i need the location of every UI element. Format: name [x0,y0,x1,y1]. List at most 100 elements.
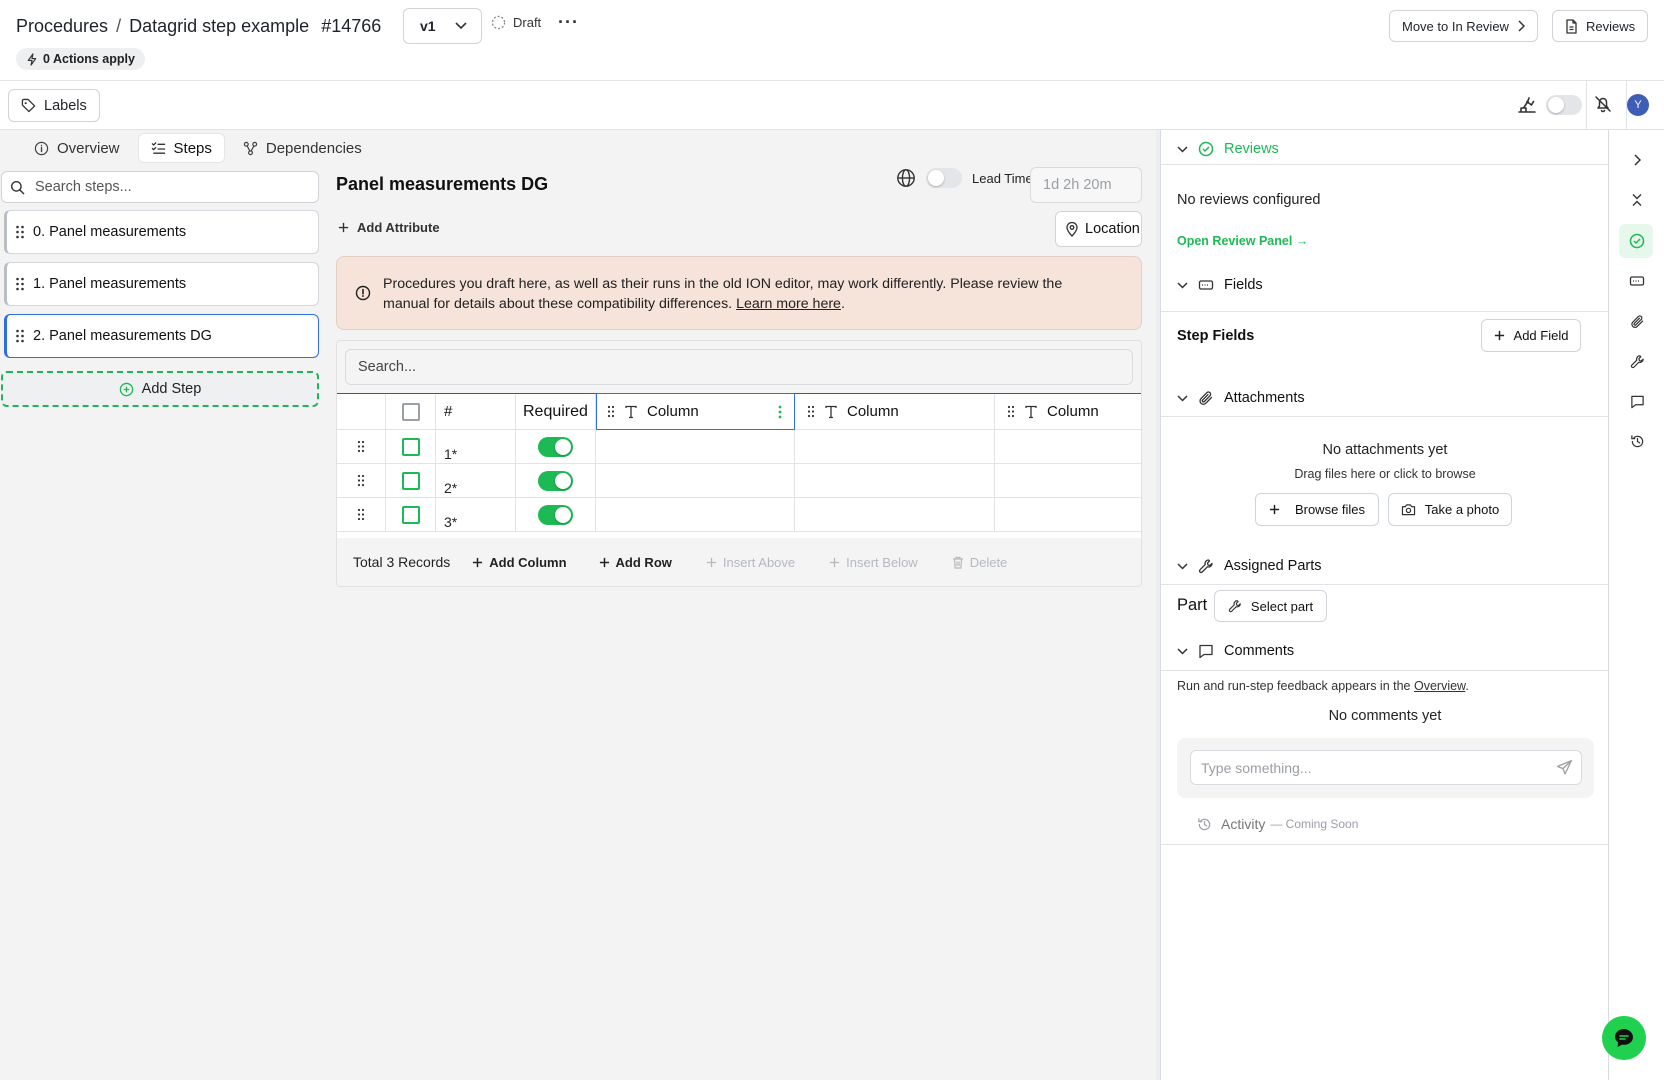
learn-more-link[interactable]: Learn more here [736,296,841,312]
add-row-button[interactable]: Add Row [599,555,672,570]
add-column-button[interactable]: Add Column [472,555,567,570]
header-column-3[interactable]: Column [995,394,1141,430]
drag-handle-icon[interactable] [357,508,365,521]
data-cell[interactable] [795,430,995,464]
version-select[interactable]: v1 [403,8,482,44]
toolbar-toggle[interactable] [1546,95,1582,115]
data-cell[interactable] [995,498,1141,532]
data-cell[interactable] [795,464,995,498]
select-all-checkbox[interactable] [401,402,420,421]
labels-button[interactable]: Labels [8,89,100,122]
drag-handle-icon[interactable] [1007,405,1015,418]
collapse-icon[interactable] [1625,188,1649,212]
step-item[interactable]: 0. Panel measurements [4,210,319,254]
more-options-button[interactable]: ··· [558,12,579,33]
step-item-selected[interactable]: 2. Panel measurements DG [4,314,319,358]
insert-above-button[interactable]: Insert Above [706,555,795,570]
required-toggle[interactable] [538,436,573,457]
drag-handle-icon[interactable] [15,224,25,240]
comment-input[interactable]: Type something... [1190,750,1582,785]
lead-time-input[interactable]: 1d 2h 20m [1030,167,1142,203]
insert-below-button[interactable]: Insert Below [829,555,918,570]
delete-button[interactable]: Delete [952,555,1007,570]
reviews-section-header[interactable]: Reviews [1177,138,1279,160]
open-review-panel-link[interactable]: Open Review Panel → [1177,234,1308,248]
drag-handle-icon[interactable] [15,276,25,292]
drag-handle-icon[interactable] [607,405,615,418]
data-cell[interactable] [995,430,1141,464]
datagrid-search-input[interactable]: Search... [345,349,1133,385]
tab-dependencies[interactable]: Dependencies [231,133,374,163]
step-item[interactable]: 1. Panel measurements [4,262,319,306]
drag-handle-icon[interactable] [357,474,365,487]
actions-apply-badge[interactable]: 0 Actions apply [16,48,145,70]
move-to-review-button[interactable]: Move to In Review [1389,10,1538,42]
drag-handle-icon[interactable] [807,405,815,418]
alert-circle-icon [355,285,371,301]
lead-time-toggle[interactable] [926,168,962,188]
avatar[interactable]: Y [1627,94,1649,116]
reviews-button[interactable]: Reviews [1552,10,1649,42]
lead-time-control: Lead Time [896,168,1033,188]
row-checkbox[interactable] [401,505,420,524]
search-steps-input[interactable]: Search steps... [1,171,319,203]
input-field-icon[interactable] [1625,269,1649,293]
data-cell[interactable] [995,464,1141,498]
header-column-2[interactable]: Column [795,394,995,430]
row-drag-handle[interactable] [337,464,386,498]
row-select-cell[interactable] [386,430,436,464]
row-select-cell[interactable] [386,464,436,498]
history-icon[interactable] [1625,429,1649,453]
row-drag-handle[interactable] [337,430,386,464]
column-menu-icon[interactable] [778,405,782,419]
chevron-right-icon[interactable] [1625,148,1649,172]
chat-button[interactable] [1602,1016,1646,1060]
add-field-button[interactable]: Add Field [1481,319,1581,352]
row-required-cell[interactable] [516,464,596,498]
overview-link[interactable]: Overview [1414,679,1465,693]
plus-icon [338,222,349,233]
data-cell[interactable] [596,464,795,498]
row-checkbox[interactable] [401,437,420,456]
comments-section-header[interactable]: Comments [1177,640,1294,662]
chevron-down-icon [1177,647,1188,655]
select-part-button[interactable]: Select part [1214,590,1327,622]
send-icon[interactable] [1556,759,1573,776]
plus-icon [706,557,717,568]
header-column-1[interactable]: Column [596,393,795,430]
drag-handle-icon[interactable] [15,328,25,344]
paperclip-icon[interactable] [1625,309,1649,333]
breadcrumb-procedures[interactable]: Procedures [16,16,108,37]
take-photo-button[interactable]: Take a photo [1388,493,1512,526]
bell-off-icon[interactable] [1593,94,1613,114]
attachments-section-header[interactable]: Attachments [1177,387,1305,409]
required-toggle[interactable] [538,504,573,525]
right-rail [1608,130,1664,1080]
message-square-icon[interactable] [1625,389,1649,413]
tab-overview[interactable]: Overview [22,133,132,163]
drag-handle-icon[interactable] [357,440,365,453]
row-checkbox[interactable] [401,471,420,490]
page-title[interactable]: Datagrid step example [129,16,309,37]
assigned-parts-section-header[interactable]: Assigned Parts [1177,555,1322,577]
robot-arm-icon[interactable] [1516,93,1538,115]
browse-files-button[interactable]: Browse files [1255,493,1379,526]
data-cell[interactable] [596,430,795,464]
location-button[interactable]: Location [1055,211,1142,247]
add-attribute-button[interactable]: Add Attribute [338,215,440,239]
header-select-all[interactable] [386,394,436,430]
add-step-button[interactable]: Add Step [1,371,319,407]
wrench-icon[interactable] [1625,349,1649,373]
check-circle-icon[interactable] [1625,229,1649,253]
row-select-cell[interactable] [386,498,436,532]
globe-icon[interactable] [896,168,916,188]
fields-section-header[interactable]: Fields [1177,274,1263,296]
row-required-cell[interactable] [516,498,596,532]
step-title[interactable]: Panel measurements DG [336,174,548,195]
row-required-cell[interactable] [516,430,596,464]
tab-steps[interactable]: Steps [137,133,225,163]
required-toggle[interactable] [538,470,573,491]
data-cell[interactable] [596,498,795,532]
data-cell[interactable] [795,498,995,532]
row-drag-handle[interactable] [337,498,386,532]
